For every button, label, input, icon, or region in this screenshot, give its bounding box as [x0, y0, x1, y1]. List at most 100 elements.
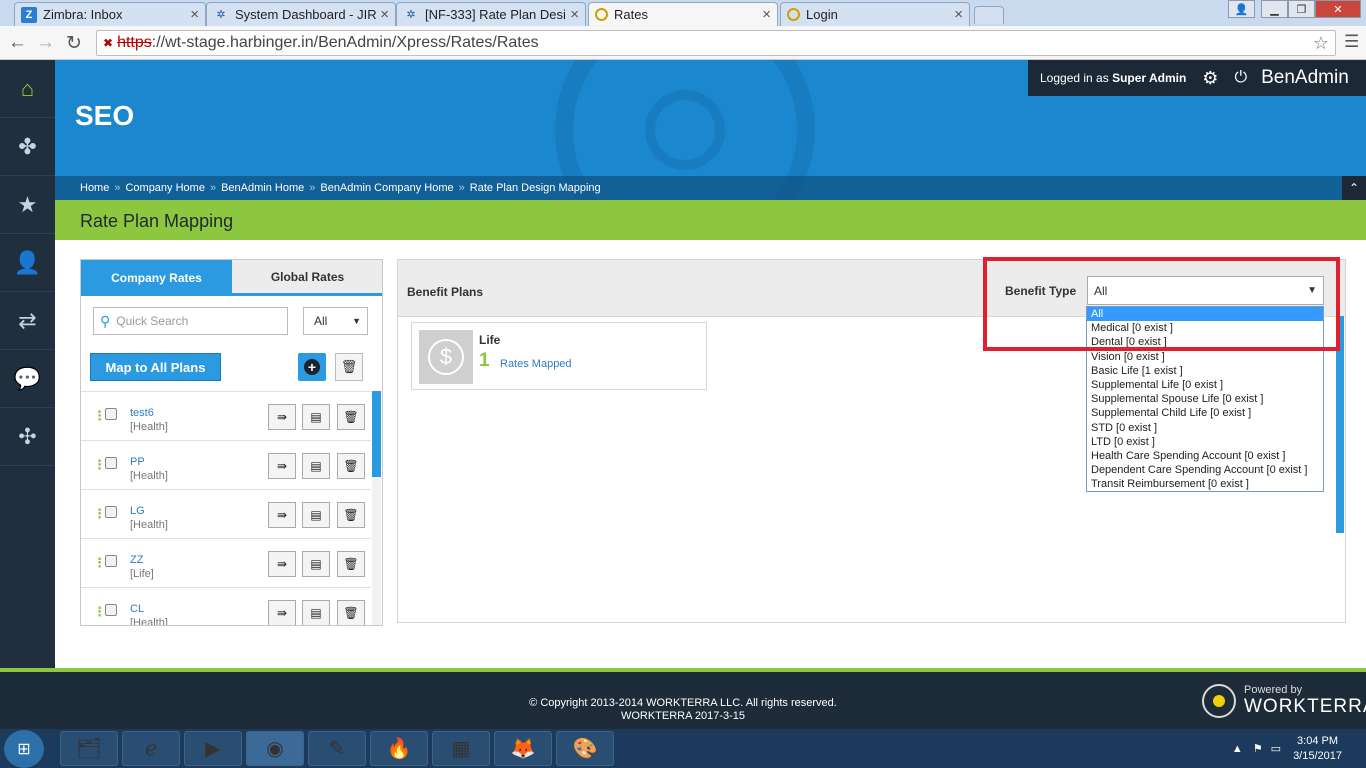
bookmark-star-icon[interactable]: ☆ [1313, 33, 1329, 54]
rate-checkbox[interactable] [105, 506, 117, 518]
dropdown-option[interactable]: Dependent Care Spending Account [0 exist… [1087, 463, 1323, 477]
map-rate-icon[interactable]: ⇛ [268, 404, 296, 430]
rate-checkbox[interactable] [105, 457, 117, 469]
chrome-icon[interactable]: ◉ [246, 731, 304, 766]
browser-tab[interactable]: Z Zimbra: Inbox × [14, 2, 206, 26]
dropdown-option[interactable]: Dental [0 exist ] [1087, 335, 1323, 349]
close-tab-icon[interactable]: × [570, 6, 579, 23]
rate-list-scrollbar[interactable] [372, 391, 381, 625]
plan-card[interactable]: $ Life 1 Rates Mapped [411, 322, 707, 390]
rates-mapped-link[interactable]: Rates Mapped [500, 358, 572, 370]
user-star-icon[interactable]: ★ [0, 176, 55, 234]
dropdown-option[interactable]: Transit Reimbursement [0 exist ] [1087, 477, 1323, 491]
breadcrumb-item-benadmin-home[interactable]: BenAdmin Home [221, 182, 304, 194]
dropdown-option[interactable]: Supplemental Life [0 exist ] [1087, 378, 1323, 392]
notepad-icon[interactable]: ✎ [308, 731, 366, 766]
rate-name[interactable]: CL [130, 603, 144, 615]
file-explorer-icon[interactable]: 🗂 [60, 731, 118, 766]
breadcrumb-item-home[interactable]: Home [80, 182, 109, 194]
maximize-icon[interactable]: ❐ [1288, 0, 1315, 18]
power-icon[interactable]: ⏻ [1234, 69, 1247, 87]
details-icon[interactable]: ▤ [302, 551, 330, 577]
dropdown-option[interactable]: Medical [0 exist ] [1087, 321, 1323, 335]
map-rate-icon[interactable]: ⇛ [268, 600, 296, 625]
internet-explorer-icon[interactable]: ℯ [122, 731, 180, 766]
spreadsheet-icon[interactable]: ▦ [432, 731, 490, 766]
trash-icon[interactable]: 🗑 [337, 600, 365, 625]
new-tab-button[interactable] [974, 6, 1004, 24]
url-field[interactable]: ✖ https ://wt-stage.harbinger.in/BenAdmi… [96, 30, 1336, 56]
trash-icon[interactable]: 🗑 [337, 404, 365, 430]
clock[interactable]: 3:04 PM 3/15/2017 [1293, 734, 1342, 764]
plans-scrollbar[interactable] [1336, 316, 1344, 533]
rate-name[interactable]: ZZ [130, 554, 143, 566]
benefit-type-select[interactable]: All ▼ [1087, 276, 1324, 305]
browser-tab[interactable]: ✲ System Dashboard - JIRA × [206, 2, 396, 26]
close-tab-icon[interactable]: × [954, 6, 963, 23]
rate-name[interactable]: LG [130, 505, 145, 517]
delete-rates-button[interactable]: 🗑 [335, 353, 363, 381]
browser-tab[interactable]: ✲ [NF-333] Rate Plan Design × [396, 2, 586, 26]
back-icon[interactable]: ← [8, 32, 27, 54]
rate-type-filter-select[interactable]: All ▼ [303, 307, 368, 335]
dropdown-option[interactable]: STD [0 exist ] [1087, 421, 1323, 435]
user-icon[interactable]: 👤 [1228, 0, 1255, 18]
dropdown-option[interactable]: Vision [0 exist ] [1087, 350, 1323, 364]
add-rate-button[interactable]: + [298, 353, 326, 381]
dropdown-option[interactable]: Supplemental Child Life [0 exist ] [1087, 406, 1323, 420]
app-flame-icon[interactable]: 🔥 [370, 731, 428, 766]
dropdown-option[interactable]: Supplemental Spouse Life [0 exist ] [1087, 392, 1323, 406]
minimize-icon[interactable]: ▁ [1261, 0, 1288, 18]
trash-icon[interactable]: 🗑 [337, 502, 365, 528]
reload-icon[interactable]: ↻ [66, 32, 82, 55]
browser-tab-active[interactable]: Rates × [588, 2, 778, 26]
paint-icon[interactable]: 🎨 [556, 731, 614, 766]
dropdown-option[interactable]: All [1087, 307, 1323, 322]
tab-global-rates[interactable]: Global Rates [232, 260, 382, 296]
media-player-icon[interactable]: ▶ [184, 731, 242, 766]
forward-icon[interactable]: → [36, 32, 55, 54]
rate-checkbox[interactable] [105, 604, 117, 616]
details-icon[interactable]: ▤ [302, 502, 330, 528]
tray-expand-icon[interactable]: ▲ [1232, 743, 1243, 755]
network-icon[interactable]: ▭ [1271, 742, 1281, 755]
rate-checkbox[interactable] [105, 555, 117, 567]
firefox-icon[interactable]: 🦊 [494, 731, 552, 766]
trash-icon[interactable]: 🗑 [337, 453, 365, 479]
details-icon[interactable]: ▤ [302, 600, 330, 625]
dropdown-option[interactable]: Basic Life [1 exist ] [1087, 364, 1323, 378]
close-tab-icon[interactable]: × [190, 6, 199, 23]
breadcrumb-item-company-home[interactable]: Company Home [125, 182, 204, 194]
flag-icon[interactable]: ⚑ [1253, 742, 1263, 755]
map-rate-icon[interactable]: ⇛ [268, 453, 296, 479]
x-puzzle-icon[interactable]: ✣ [0, 408, 55, 466]
collapse-header-icon[interactable]: ⌃ [1342, 176, 1366, 200]
close-tab-icon[interactable]: × [762, 6, 771, 23]
chat-icon[interactable]: 💬 [0, 350, 55, 408]
window-close-icon[interactable]: ✕ [1315, 0, 1361, 18]
breadcrumb-item-benadmin-company-home[interactable]: BenAdmin Company Home [320, 182, 453, 194]
quick-search-input[interactable]: ⚲ Quick Search [93, 307, 288, 335]
dropdown-option[interactable]: Health Care Spending Account [0 exist ] [1087, 449, 1323, 463]
map-rate-icon[interactable]: ⇛ [268, 551, 296, 577]
dropdown-option[interactable]: LTD [0 exist ] [1087, 435, 1323, 449]
start-button-icon[interactable]: ⊞ [4, 730, 44, 768]
user-icon[interactable]: 👤 [0, 234, 55, 292]
rate-name[interactable]: test6 [130, 407, 154, 419]
home-icon[interactable]: ⌂ [0, 60, 55, 118]
details-icon[interactable]: ▤ [302, 453, 330, 479]
map-to-all-plans-button[interactable]: Map to All Plans [90, 353, 221, 381]
trash-icon[interactable]: 🗑 [337, 551, 365, 577]
map-rate-icon[interactable]: ⇛ [268, 502, 296, 528]
transfer-icon[interactable]: ⇄ [0, 292, 55, 350]
gear-icon[interactable]: ⚙ [1202, 68, 1218, 89]
menu-icon[interactable]: ☰ [1344, 32, 1359, 52]
scrollbar-thumb[interactable] [372, 391, 381, 477]
rate-name[interactable]: PP [130, 456, 145, 468]
puzzle-icon[interactable]: ✤ [0, 118, 55, 176]
close-tab-icon[interactable]: × [380, 6, 389, 23]
browser-tab[interactable]: Login × [780, 2, 970, 26]
tab-company-rates[interactable]: Company Rates [81, 260, 232, 296]
details-icon[interactable]: ▤ [302, 404, 330, 430]
rate-checkbox[interactable] [105, 408, 117, 420]
